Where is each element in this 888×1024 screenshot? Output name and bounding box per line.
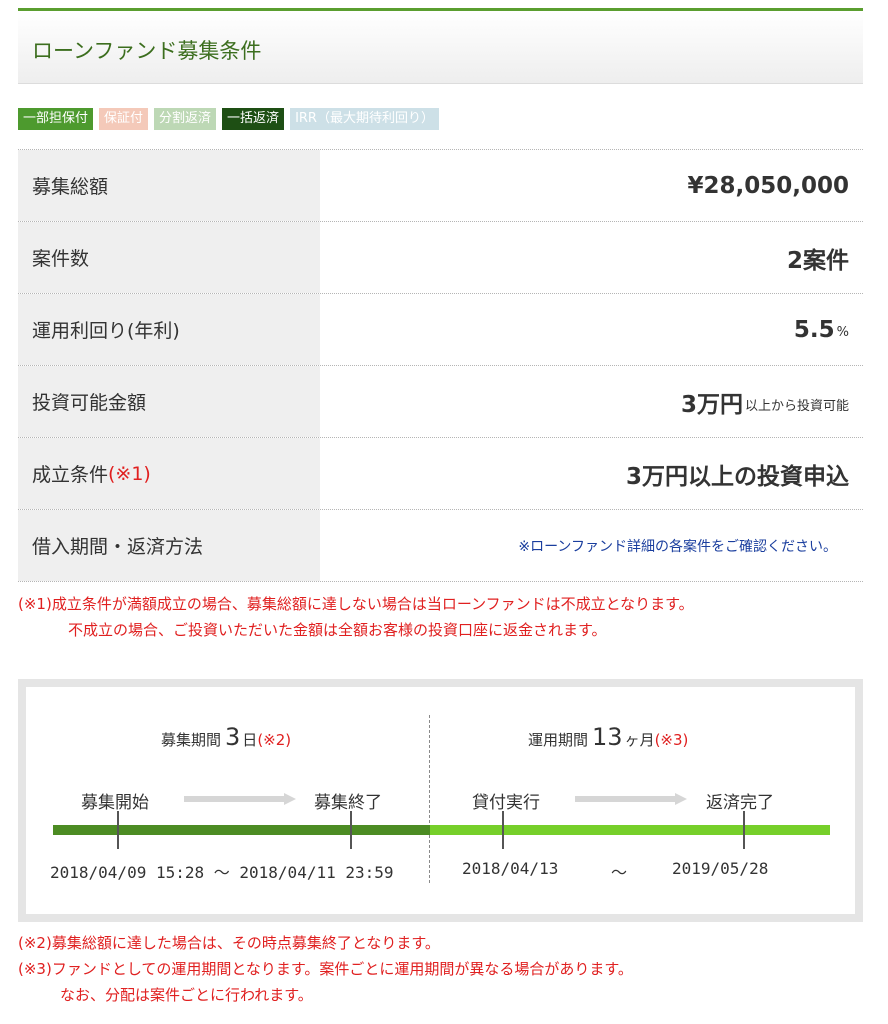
footnote-1-line1: (※1)成立条件が満額成立の場合、募集総額に達しない場合は当ローンファンドは不成… — [18, 595, 694, 613]
tick-loan-execution — [502, 811, 504, 849]
tag-irr: IRR（最大期待利回り） — [290, 108, 439, 130]
yield-unit: % — [836, 325, 849, 340]
period-value: ※ローンファンド詳細の各案件をご確認ください。 — [320, 510, 863, 581]
table-row: 募集総額 ¥28,050,000 — [18, 150, 863, 222]
condition-text: 3万円以上の投資申込 — [625, 463, 849, 490]
operation-period-number: 13 — [592, 723, 623, 751]
milestone-recruit-end: 募集終了 — [314, 793, 382, 813]
section-header: ローンファンド募集条件 — [18, 8, 863, 84]
tag-lump-sum: 一括返済 — [222, 108, 285, 130]
table-row: 案件数 2案件 — [18, 222, 863, 294]
table-row: 成立条件 (※1) 3万円以上の投資申込 — [18, 438, 863, 510]
table-row: 運用利回り(年利) 5.5% — [18, 294, 863, 366]
row-label: 募集総額 — [18, 150, 320, 221]
milestone-recruit-start: 募集開始 — [81, 793, 149, 813]
yield-number: 5.5 — [793, 316, 835, 343]
loan-date: 2018/04/13 — [462, 859, 559, 878]
recruit-period-label: 募集期間 3 日(※2) — [161, 723, 291, 751]
operation-period-unit: ヶ月 — [624, 731, 655, 749]
total-amount: ¥28,050,000 — [687, 172, 849, 199]
date-separator: 〜 — [611, 863, 628, 882]
operation-period-label: 運用期間 13 ヶ月(※3) — [528, 723, 688, 751]
row-label: 運用利回り(年利) — [18, 294, 320, 365]
tick-recruit-start — [117, 811, 119, 849]
row-label: 借入期間・返済方法 — [18, 510, 320, 581]
total-amount-value: ¥28,050,000 — [320, 150, 863, 221]
recruit-period-ref: (※2) — [257, 731, 292, 749]
table-row: 借入期間・返済方法 ※ローンファンド詳細の各案件をご確認ください。 — [18, 510, 863, 582]
condition-value: 3万円以上の投資申込 — [320, 438, 863, 509]
min-investment: 3万円 — [680, 391, 743, 418]
tag-partial-collateral: 一部担保付 — [18, 108, 94, 130]
yield-value: 5.5% — [320, 294, 863, 365]
recruit-period-unit: 日 — [242, 731, 258, 749]
milestone-loan-execution: 貸付実行 — [472, 793, 540, 813]
footnote-2: (※2)募集総額に達した場合は、その時点募集終了となります。 — [18, 934, 440, 952]
recruit-period-title: 募集期間 — [161, 731, 222, 749]
condition-label: 成立条件 — [32, 464, 109, 486]
schedule-timeline: 募集期間 3 日(※2) 運用期間 13 ヶ月(※3) 募集開始 募集終了 貸付実行 返… — [18, 679, 863, 922]
footnote-3: (※3)ファンドとしての運用期間となります。案件ごとに運用期間が異なる場合があり… — [18, 960, 633, 978]
operation-period-title: 運用期間 — [528, 731, 589, 749]
row-label: 案件数 — [18, 222, 320, 293]
footnote-1: (※1)成立条件が満額成立の場合、募集総額に達しない場合は当ローンファンドは不成… — [18, 591, 694, 643]
section-title: ローンファンド募集条件 — [32, 39, 262, 63]
row-label: 成立条件 (※1) — [18, 438, 320, 509]
table-row: 投資可能金額 3万円 以上から投資可能 — [18, 366, 863, 438]
tag-guaranteed: 保証付 — [99, 108, 149, 130]
operation-period-ref: (※3) — [654, 731, 689, 749]
min-investment-suffix: 以上から投資可能 — [744, 399, 849, 414]
arrow-right-icon — [575, 793, 687, 805]
row-label: 投資可能金額 — [18, 366, 320, 437]
recruit-period-number: 3 — [225, 723, 241, 751]
tag-installment: 分割返済 — [154, 108, 217, 130]
case-count-value: 2案件 — [320, 222, 863, 293]
milestone-repayment-complete: 返済完了 — [706, 793, 774, 813]
tick-repayment — [743, 811, 745, 849]
case-count: 2案件 — [786, 247, 849, 274]
min-investment-value: 3万円 以上から投資可能 — [320, 366, 863, 437]
arrow-right-icon — [184, 793, 296, 805]
repayment-date: 2019/05/28 — [672, 859, 769, 878]
footnote-3-line2: なお、分配は案件ごとに行われます。 — [60, 986, 313, 1004]
period-divider — [429, 715, 430, 883]
period-note: ※ローンファンド詳細の各案件をご確認ください。 — [518, 538, 837, 555]
footnote-1-line2: 不成立の場合、ご投資いただいた金額は全額お客様の投資口座に返金されます。 — [68, 621, 607, 639]
operation-period-bar — [430, 825, 830, 835]
recruit-date-range: 2018/04/09 15:28 〜 2018/04/11 23:59 — [50, 863, 394, 882]
footnotes-2-3: (※2)募集総額に達した場合は、その時点募集終了となります。 (※3)ファンドと… — [18, 930, 633, 1008]
recruit-period-bar — [53, 825, 430, 835]
condition-ref: (※1) — [108, 462, 151, 485]
fund-conditions-table: 募集総額 ¥28,050,000 案件数 2案件 運用利回り(年利) 5.5% … — [18, 149, 863, 582]
tag-list: 一部担保付 保証付 分割返済 一括返済 IRR（最大期待利回り） — [18, 108, 439, 130]
tick-recruit-end — [350, 811, 352, 849]
